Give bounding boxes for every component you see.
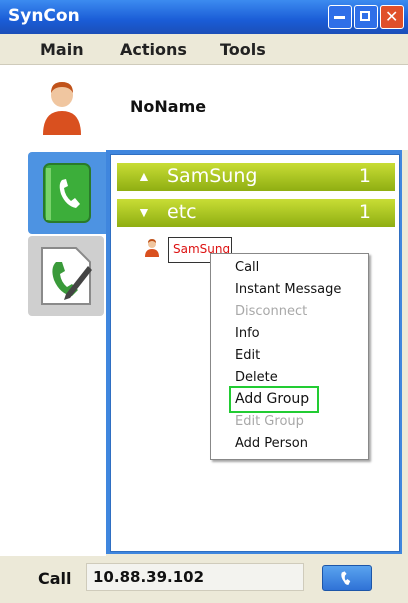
menu-item-edit[interactable]: Edit [235, 348, 260, 363]
menu-tools[interactable]: Tools [220, 40, 266, 59]
tab-call-log[interactable] [28, 236, 104, 316]
menu-bar: Main Actions Tools [0, 34, 408, 65]
menu-item-call[interactable]: Call [235, 260, 259, 275]
minimize-button[interactable] [328, 5, 352, 29]
expand-arrow-icon: ▲ [137, 168, 151, 184]
group-header[interactable]: ▼ etc 1 [117, 199, 395, 227]
close-icon: ✕ [385, 7, 399, 26]
collapse-arrow-icon: ▼ [137, 204, 151, 220]
person-icon [145, 239, 159, 257]
minimize-icon [334, 16, 345, 19]
menu-actions[interactable]: Actions [120, 40, 187, 59]
title-bar[interactable]: SynCon ✕ [0, 0, 408, 34]
close-button[interactable]: ✕ [380, 5, 404, 29]
group-count: 1 [358, 201, 371, 223]
call-label: Call [38, 569, 72, 588]
context-menu: Call Instant Message Disconnect Info Edi… [210, 253, 369, 460]
call-button[interactable] [322, 565, 372, 591]
group-name: etc [167, 201, 197, 223]
maximize-button[interactable] [354, 5, 378, 29]
phone-book-icon [43, 163, 91, 223]
call-bar: Call 10.88.39.102 [0, 556, 408, 603]
menu-item-instant-message[interactable]: Instant Message [235, 282, 341, 297]
menu-item-add-person[interactable]: Add Person [235, 436, 308, 451]
menu-main[interactable]: Main [40, 40, 84, 59]
person-icon [43, 82, 81, 135]
app-window: SynCon ✕ Main Actions Tools NoName ▲ Sam… [0, 0, 408, 603]
group-count: 1 [358, 165, 371, 187]
menu-item-disconnect: Disconnect [235, 304, 308, 319]
phone-icon [341, 571, 351, 585]
call-address-value: 10.88.39.102 [93, 568, 205, 586]
menu-item-info[interactable]: Info [235, 326, 260, 341]
left-tab-panel [0, 150, 108, 560]
profile-name: NoName [130, 97, 207, 116]
menu-item-delete[interactable]: Delete [235, 370, 278, 385]
maximize-icon [360, 11, 370, 21]
tab-contacts[interactable] [28, 152, 108, 234]
menu-item-edit-group: Edit Group [235, 414, 304, 429]
group-header[interactable]: ▲ SamSung 1 [117, 163, 395, 191]
profile-area: NoName [0, 65, 408, 150]
window-title: SynCon [8, 6, 80, 26]
group-name: SamSung [167, 165, 258, 187]
call-address-input[interactable]: 10.88.39.102 [86, 563, 304, 591]
phone-document-icon [41, 247, 92, 305]
menu-item-add-group[interactable]: Add Group [235, 391, 309, 407]
